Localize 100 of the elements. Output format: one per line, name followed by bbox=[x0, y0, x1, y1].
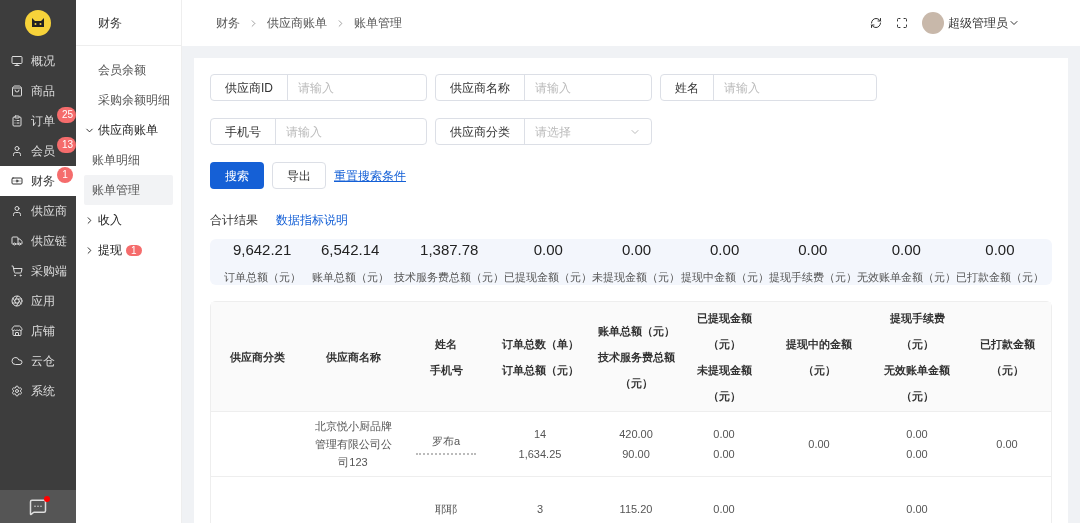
sidebar-item[interactable]: 系统 bbox=[0, 376, 76, 406]
stat-label: 已打款金额（元） bbox=[955, 269, 1044, 285]
chat-button[interactable] bbox=[0, 490, 76, 523]
sidebar-item[interactable]: 采购端 bbox=[0, 256, 76, 286]
refresh-icon[interactable] bbox=[870, 17, 882, 29]
input-field[interactable]: 姓名 请输入 bbox=[660, 74, 877, 101]
subnav-item[interactable]: 收入 bbox=[84, 205, 173, 235]
input-field[interactable]: 请输入 bbox=[288, 78, 426, 97]
truck-icon bbox=[11, 235, 23, 247]
field-label: 供应商分类 bbox=[436, 119, 525, 144]
column-header: 账单总额（元） 技术服务费总额 （元） bbox=[596, 323, 676, 391]
sidebar-label: 供应链 bbox=[31, 233, 67, 250]
stat-value: 0.00 bbox=[621, 240, 652, 260]
bag-icon bbox=[11, 85, 23, 97]
table-cell-text: 0.00 bbox=[713, 427, 735, 442]
stat-label: 提现手续费（元） bbox=[768, 269, 857, 285]
input-field[interactable]: 供应商ID 请输入 bbox=[210, 74, 427, 101]
export-button[interactable]: 导出 bbox=[272, 162, 326, 189]
input-field[interactable]: 请输入 bbox=[714, 78, 876, 97]
count-badge: 1 bbox=[57, 167, 73, 183]
subnav-item[interactable]: 采购余额明细 bbox=[84, 85, 173, 115]
sidebar-item[interactable]: 订单 25 bbox=[0, 106, 76, 136]
count-badge: 25 bbox=[57, 107, 76, 123]
summary-title: 合计结果 bbox=[210, 212, 258, 229]
breadcrumb-item[interactable]: 供应商账单 bbox=[267, 14, 327, 32]
count-badge: 1 bbox=[126, 245, 142, 256]
store-icon bbox=[11, 325, 23, 337]
field-label: 供应商ID bbox=[211, 75, 288, 100]
sidebar-item[interactable]: 概况 bbox=[0, 46, 76, 76]
input-field[interactable]: 请输入 bbox=[525, 78, 651, 97]
subnav-item[interactable]: 供应商账单 bbox=[84, 115, 173, 145]
breadcrumb-item[interactable]: 财务 bbox=[216, 14, 240, 32]
sidebar-label: 订单 bbox=[31, 113, 55, 130]
table-cell-text: 0.00 bbox=[906, 447, 928, 462]
settings-icon bbox=[11, 385, 23, 397]
fullscreen-icon[interactable] bbox=[896, 17, 908, 29]
table-cell-text: 1,634.25 bbox=[518, 447, 562, 462]
subnav-item[interactable]: 账单管理 bbox=[84, 175, 173, 205]
user-icon bbox=[11, 145, 23, 157]
stat-label: 技术服务费总额（元） bbox=[394, 269, 505, 285]
stat-value: 0.00 bbox=[891, 240, 921, 260]
sidebar-item[interactable]: 供应商 bbox=[0, 196, 76, 226]
sidebar-item[interactable]: 财务 1 bbox=[0, 166, 76, 196]
column-header: 供应商名称 bbox=[324, 349, 382, 365]
sidebar-item[interactable]: 会员 13 bbox=[0, 136, 76, 166]
input-field[interactable]: 手机号 请输入 bbox=[210, 118, 427, 145]
table-cell-text: 北京悦小厨品牌管理有限公司公司123 bbox=[313, 419, 393, 470]
subnav-label: 账单明细 bbox=[92, 152, 140, 169]
sidebar-label: 会员 bbox=[31, 143, 55, 160]
sidebar-label: 采购端 bbox=[31, 263, 67, 280]
input-field[interactable]: 供应商名称 请输入 bbox=[435, 74, 652, 101]
stat-value: 6,542.14 bbox=[321, 240, 380, 260]
table-cell-text: 0.00 bbox=[808, 437, 830, 452]
user-menu[interactable]: 超级管理员 bbox=[948, 14, 1008, 32]
sidebar-item[interactable]: 供应链 bbox=[0, 226, 76, 256]
stat-value: 0.00 bbox=[710, 240, 740, 260]
select-field[interactable]: 供应商分类 请选择 bbox=[435, 118, 652, 145]
subnav-item[interactable]: 会员余额 bbox=[84, 55, 173, 85]
column-header: 订单总数（单） 订单总额（元） bbox=[500, 336, 580, 378]
breadcrumb-item[interactable]: 账单管理 bbox=[354, 14, 402, 32]
sidebar-item[interactable]: 商品 bbox=[0, 76, 76, 106]
subnav-item[interactable]: 账单明细 bbox=[84, 145, 173, 175]
table-cell-text: 0.00 bbox=[713, 447, 735, 462]
table-cell-text: 罗布a bbox=[431, 433, 461, 449]
subnav-title: 财务 bbox=[98, 14, 122, 32]
cloud-icon bbox=[11, 355, 23, 367]
column-header: 供应商分类 bbox=[228, 349, 286, 365]
column-header: 已打款金额 （元） bbox=[978, 336, 1036, 378]
field-label: 手机号 bbox=[211, 119, 276, 144]
select-field[interactable]: 请选择 bbox=[525, 122, 629, 141]
table-cell-text: 耶耶 bbox=[435, 501, 457, 517]
sidebar-item[interactable]: 店铺 bbox=[0, 316, 76, 346]
stat-value: 9,642.21 bbox=[232, 240, 292, 260]
sidebar-item[interactable]: 云仓 bbox=[0, 346, 76, 376]
stat-label: 无效账单金额（元） bbox=[856, 269, 956, 285]
stat-value: 1,387.78 bbox=[420, 240, 479, 260]
help-link[interactable]: 数据指标说明 bbox=[276, 211, 348, 229]
monitor-icon bbox=[11, 55, 23, 67]
table-cell-text: 0.00 bbox=[713, 502, 735, 517]
subnav-label: 收入 bbox=[98, 212, 122, 229]
subnav-label: 提现 bbox=[98, 242, 122, 259]
subnav-item[interactable]: 提现 1 bbox=[84, 235, 173, 265]
table-cell-text: 90.00 bbox=[622, 447, 650, 462]
cart-icon bbox=[11, 265, 23, 277]
sidebar-label: 商品 bbox=[31, 83, 55, 100]
stat-label: 账单总额（元） bbox=[311, 269, 389, 285]
stat-label: 订单总额（元） bbox=[223, 269, 301, 285]
reset-link[interactable]: 重置搜索条件 bbox=[334, 166, 406, 185]
wheel-icon bbox=[11, 295, 23, 307]
field-label: 供应商名称 bbox=[436, 75, 525, 100]
cat-logo-icon[interactable] bbox=[25, 10, 51, 36]
sidebar-label: 财务 bbox=[31, 173, 55, 190]
stat-label: 已提现金额（元） bbox=[504, 269, 593, 285]
table-cell-text: 0.00 bbox=[906, 502, 928, 517]
sidebar-item[interactable]: 应用 bbox=[0, 286, 76, 316]
stat-value: 0.00 bbox=[533, 240, 563, 260]
search-button[interactable]: 搜索 bbox=[210, 162, 264, 189]
banknote-icon bbox=[11, 175, 23, 187]
input-field[interactable]: 请输入 bbox=[276, 122, 426, 141]
column-header: 姓名 手机号 bbox=[428, 336, 464, 378]
